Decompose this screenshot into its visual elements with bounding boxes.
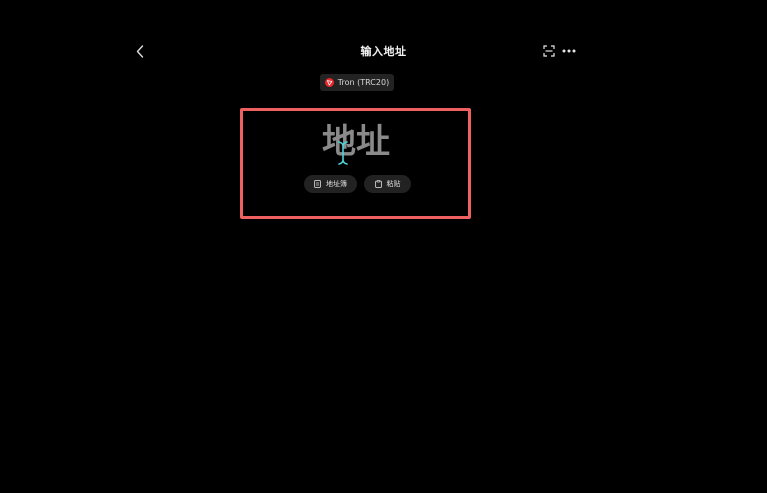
more-button[interactable] bbox=[560, 42, 578, 59]
clipboard-icon bbox=[374, 180, 382, 188]
more-horizontal-icon bbox=[562, 49, 576, 52]
scan-icon bbox=[542, 44, 555, 57]
scan-button[interactable] bbox=[540, 42, 557, 59]
paste-button[interactable]: 粘贴 bbox=[364, 175, 411, 193]
page-title: 输入地址 bbox=[360, 45, 407, 58]
address-input[interactable] bbox=[300, 118, 412, 166]
tron-icon bbox=[324, 78, 334, 87]
chevron-left-icon bbox=[136, 44, 144, 58]
address-book-button[interactable]: 地址簿 bbox=[304, 175, 357, 193]
network-selector[interactable]: Tron (TRC20) bbox=[320, 74, 394, 91]
paste-label: 粘贴 bbox=[386, 180, 401, 188]
address-book-label: 地址簿 bbox=[326, 180, 347, 188]
network-label: Tron (TRC20) bbox=[337, 78, 390, 87]
screen: 输入地址 Tron (TRC20) 地址 地址簿 粘贴 bbox=[0, 0, 767, 493]
back-button[interactable] bbox=[130, 40, 150, 62]
address-book-icon bbox=[314, 180, 321, 188]
page-title-wrap: 输入地址 bbox=[0, 43, 767, 59]
